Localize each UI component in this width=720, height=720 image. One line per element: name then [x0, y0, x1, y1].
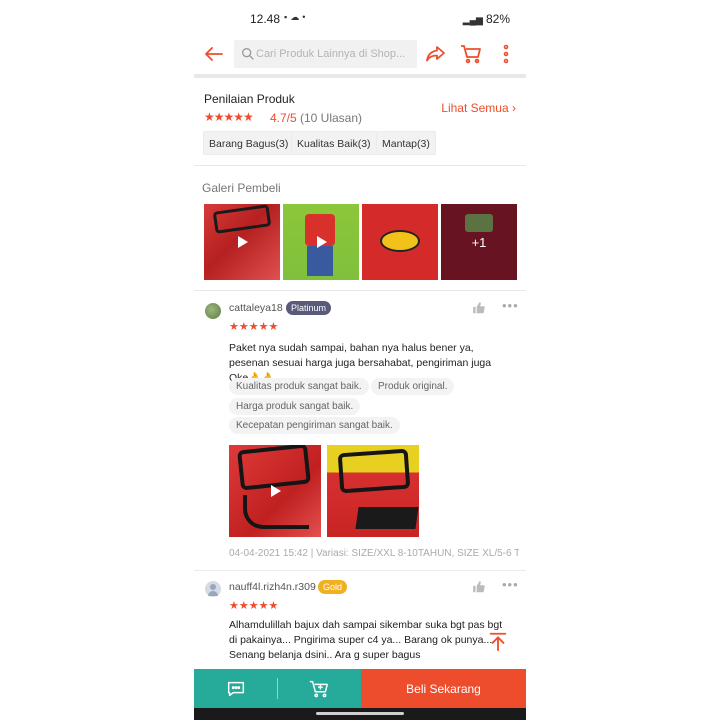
cloud-notification-icon: ☁ [290, 12, 303, 22]
rating-chip[interactable]: Mantap(3) [376, 131, 436, 155]
review-tag: Kecepatan pengiriman sangat baik. [229, 417, 400, 434]
more-vert-icon[interactable] [494, 42, 518, 66]
shirt-logo [237, 445, 311, 491]
see-all-label: Lihat Semua [441, 101, 509, 115]
thumbs-up-icon[interactable] [472, 301, 486, 315]
gallery-title: Galeri Pembeli [202, 181, 281, 195]
rating-chip[interactable]: Kualitas Baik(3) [291, 131, 377, 155]
rating-stars: ★★★★★ [204, 110, 254, 124]
rating-count: (10 Ulasan) [300, 111, 363, 125]
child-jeans [307, 246, 333, 276]
notification-icons: ▪☁• [284, 12, 308, 23]
signal-icon: ▂▄▆ [462, 15, 483, 25]
review-stars: ★★★★★ [229, 600, 279, 612]
buy-now-button[interactable]: Beli Sekarang [361, 669, 526, 708]
batman-logo [380, 230, 420, 252]
back-arrow-icon[interactable] [202, 42, 226, 66]
home-gesture-pill[interactable] [316, 712, 404, 715]
bottom-bar-divider [277, 678, 278, 699]
battery-level: 82% [485, 12, 510, 26]
section-divider [194, 290, 526, 291]
review-username: nauff4l.rizh4n.r309 [229, 581, 316, 593]
avatar-body [208, 591, 218, 596]
tier-badge: Platinum [286, 301, 332, 315]
review-photo[interactable] [327, 445, 419, 537]
review-video[interactable] [229, 445, 321, 537]
status-time: 12.48 [250, 12, 281, 26]
review-tag: Produk original. [371, 378, 455, 395]
more-photos-overlay: +1 [441, 204, 517, 280]
play-icon [317, 236, 327, 248]
rating-chip[interactable]: Barang Bagus(3) [203, 131, 295, 155]
review-meta: 04-04-2021 15:42 | Variasi: SIZE/XXL 8-1… [229, 548, 519, 559]
review-divider [194, 570, 526, 571]
gallery-thumb[interactable]: +1 [441, 204, 517, 280]
add-to-cart-button[interactable] [277, 669, 361, 708]
review-tag: Harga produk sangat baik. [229, 398, 361, 415]
chevron-right-icon: › [512, 101, 516, 115]
avatar-head [210, 584, 216, 590]
review-tag: Kualitas produk sangat baik. [229, 378, 369, 395]
see-all-link[interactable]: Lihat Semua › [441, 101, 516, 115]
dot-indicator: • [302, 12, 309, 22]
more-horiz-icon[interactable]: ••• [502, 577, 519, 592]
chat-button[interactable] [194, 669, 277, 708]
shirt-logo-lower [243, 495, 309, 529]
shirt-logo [212, 204, 272, 234]
thumbs-up-icon[interactable] [472, 580, 486, 594]
status-right: ▂▄▆ 82% [463, 12, 510, 26]
review-stars: ★★★★★ [229, 321, 279, 333]
app-header: Cari Produk Lainnya di Shop... [194, 38, 526, 72]
rating-score: 4.7/5 [270, 111, 297, 125]
system-nav-bar [194, 708, 526, 720]
bottom-action-bar: Beli Sekarang [194, 669, 526, 708]
rating-title: Penilaian Produk [204, 92, 295, 106]
buy-now-label: Beli Sekarang [406, 681, 481, 696]
phone-screen: 12.48 ▪☁• ▂▄▆ 82% Cari Produk Lainnya di … [194, 0, 526, 720]
tier-badge: Gold [318, 580, 348, 594]
rating-section: Penilaian Produk ★★★★★ 4.7/5 (10 Ulasan)… [194, 78, 526, 166]
add-to-cart-icon [309, 680, 328, 697]
chat-icon [227, 681, 244, 696]
gallery-thumb[interactable] [283, 204, 359, 280]
avatar [205, 581, 221, 597]
cart-icon[interactable] [459, 42, 483, 66]
avatar [205, 303, 221, 319]
search-bar[interactable]: Cari Produk Lainnya di Shop... [234, 40, 417, 68]
review-text: Alhamdulillah bajux dah sampai sikembar … [229, 619, 503, 661]
scroll-top-icon[interactable] [487, 631, 509, 653]
gallery-thumb[interactable] [362, 204, 438, 280]
status-bar: 12.48 ▪☁• ▂▄▆ 82% [194, 0, 526, 38]
play-icon [271, 485, 281, 497]
shirt-logo [337, 448, 411, 494]
gallery-thumb[interactable] [204, 204, 280, 280]
share-icon[interactable] [424, 42, 448, 66]
play-icon [238, 236, 248, 248]
shirt-text-print [355, 507, 419, 529]
review-username: cattaleya18 [229, 302, 283, 314]
more-horiz-icon[interactable]: ••• [502, 298, 519, 313]
search-icon [242, 48, 254, 60]
search-placeholder: Cari Produk Lainnya di Shop... [256, 48, 406, 60]
